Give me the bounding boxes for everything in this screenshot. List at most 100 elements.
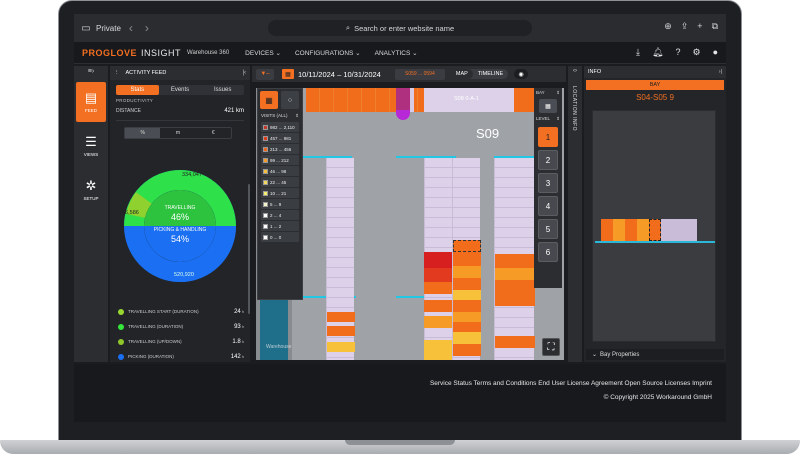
visits-bucket[interactable]: 22 ... 45 — [261, 177, 299, 187]
more-options-icon[interactable]: ⋮ — [114, 70, 120, 76]
bay-header: BAY — [586, 80, 724, 90]
visits-bucket[interactable]: 1 ... 2 — [261, 221, 299, 231]
visits-bucket[interactable]: 99 ... 212 — [261, 155, 299, 165]
visits-bucket[interactable]: 46 ... 98 — [261, 166, 299, 176]
level-button-3[interactable]: 3 — [538, 173, 558, 193]
bay-shelf[interactable] — [595, 219, 715, 243]
legend-dot — [118, 353, 124, 360]
level-button-5[interactable]: 5 — [538, 219, 558, 239]
level-dropdown[interactable]: LEVEL ⇕ — [534, 114, 562, 124]
level-button-6[interactable]: 6 — [538, 242, 558, 262]
visits-dropdown[interactable]: VISITS (ALL) ⇕ — [258, 111, 302, 121]
chevron-icon: ⇕ — [556, 116, 560, 121]
distance-label: DISTANCE — [116, 108, 141, 114]
search-icon: ⌕ — [345, 23, 351, 32]
chevron-icon: ⇕ — [556, 90, 560, 95]
visits-bucket[interactable]: 5 ... 9 — [261, 199, 299, 209]
back-icon[interactable]: ‹ — [129, 21, 143, 35]
date-range[interactable]: 10/11/2024 – 10/31/2024 — [298, 70, 381, 79]
notifications-icon[interactable]: 🔔︎ — [652, 47, 663, 58]
visits-bucket[interactable]: 0 ... 0 — [261, 232, 299, 242]
visibility-toggle[interactable]: ◉ — [514, 69, 529, 79]
distance-row: DISTANCE 421 km — [116, 108, 244, 114]
location-selector[interactable]: S059 ... 0594 — [394, 68, 445, 80]
tabs-overview-icon[interactable]: ⧉ — [712, 21, 718, 32]
nav-devices[interactable]: DEVICES ⌄ — [245, 49, 281, 57]
level-button-2[interactable]: 2 — [538, 150, 558, 170]
filter-button[interactable]: ▼– — [256, 68, 274, 80]
rail-collapse-icon[interactable]: ≡› — [74, 66, 108, 78]
footer-links[interactable]: Service Status Terms and Conditions End … — [430, 380, 712, 387]
tab-stats[interactable]: Stats — [116, 85, 159, 95]
unit-percent-button[interactable]: % — [125, 128, 161, 138]
collapse-info-icon[interactable]: ›| — [719, 69, 722, 75]
view-toggle: MAP TIMELINE — [450, 69, 509, 79]
screen: ▭ Private ‹ › ⌕ Search or enter website … — [74, 14, 726, 422]
visits-bucket[interactable]: 982 ... 2,110 — [261, 122, 299, 132]
visits-bucket[interactable]: 457 ... 981 — [261, 133, 299, 143]
rail-item-setup[interactable]: ✲ SETUP — [76, 170, 106, 210]
unit-euro-button[interactable]: € — [196, 128, 231, 138]
rack-column[interactable] — [494, 158, 535, 360]
eye-icon: ◉ — [518, 71, 524, 78]
feed-scrollbar[interactable] — [248, 184, 250, 314]
expand-icon[interactable]: ‹› — [568, 68, 582, 74]
productivity-legend: TRAVELLING START (DURATION) 24h TRAVELLI… — [118, 304, 244, 362]
download-icon[interactable]: ⊕ — [664, 21, 672, 32]
map-location-marker[interactable] — [396, 110, 410, 120]
tab-issues[interactable]: Issues — [201, 85, 244, 95]
fit-to-screen-button[interactable]: ⛶ — [542, 338, 560, 356]
forward-icon[interactable]: › — [145, 21, 159, 35]
legend-row: TRAVELLING (UP/DOWN) 1.8h — [118, 334, 244, 349]
level-button-1[interactable]: 1 — [538, 127, 558, 147]
hotspot-bay[interactable] — [424, 252, 452, 268]
donut-top-value: 334,047 — [182, 172, 202, 178]
brand-logo[interactable]: PROGLOVE — [82, 48, 137, 58]
location-info-rail[interactable]: ‹› LOCATION INFO — [568, 66, 582, 362]
timeline-view-button[interactable]: TIMELINE — [473, 69, 508, 79]
header-actions: ⤓ 🔔︎ ? ⚙ ● — [636, 47, 718, 58]
rack-column[interactable] — [326, 158, 355, 360]
bay-dropdown[interactable]: BAY ⇕ — [534, 88, 562, 98]
fit-screen-icon: ⛶ — [547, 341, 555, 353]
share-icon[interactable]: ⇪ — [681, 21, 689, 32]
unit-meters-button[interactable]: m — [160, 128, 195, 138]
collapse-panel-icon[interactable]: |‹ — [242, 70, 246, 76]
distance-value: 421 km — [224, 108, 244, 114]
settings-icon[interactable]: ⚙ — [692, 47, 700, 58]
download-report-icon[interactable]: ⤓ — [636, 47, 640, 58]
help-icon[interactable]: ? — [675, 47, 680, 58]
donut-svg — [124, 170, 236, 282]
nav-analytics[interactable]: ANALYTICS ⌄ — [375, 49, 418, 57]
visits-bucket[interactable]: 213 ... 456 — [261, 144, 299, 154]
level-button-4[interactable]: 4 — [538, 196, 558, 216]
rail-item-views[interactable]: ☰ VIEWS — [76, 126, 106, 166]
location-info-label: LOCATION INFO — [571, 86, 577, 132]
activity-feed-panel: ⋮ ACTIVITY FEED |‹ Stats Events Issues P… — [110, 66, 250, 362]
address-bar[interactable]: ⌕ Search or enter website name — [268, 20, 532, 36]
heatmap-mode-button[interactable]: ▦ — [260, 91, 278, 109]
tab-events[interactable]: Events — [159, 85, 202, 95]
rail-item-feed[interactable]: ▤ FEED — [76, 82, 106, 122]
user-avatar-icon[interactable]: ● — [713, 47, 718, 58]
productivity-heading: PRODUCTIVITY — [116, 98, 154, 103]
aisle-label: S08 0-A-1 — [454, 96, 479, 102]
footer: Service Status Terms and Conditions End … — [74, 364, 726, 422]
map-view-button[interactable]: MAP — [450, 69, 473, 79]
bay-grid-button[interactable]: ▦ — [539, 99, 557, 113]
legend-row: PICKING (DURATION) 142h — [118, 349, 244, 362]
warehouse-name: Warehouse 360 — [187, 49, 230, 56]
rack-column[interactable] — [452, 158, 481, 360]
activity-feed-header: ⋮ ACTIVITY FEED |‹ — [110, 66, 250, 80]
filter-icon: ▼– — [260, 71, 270, 77]
browser-toolbar: ▭ Private ‹ › ⌕ Search or enter website … — [74, 14, 726, 42]
nav-configurations[interactable]: CONFIGURATIONS ⌄ — [295, 49, 361, 57]
visits-bucket[interactable]: 2 ... 4 — [261, 210, 299, 220]
donut-travelling-pct: 46% — [170, 212, 189, 222]
visits-bucket[interactable]: 10 ... 21 — [261, 188, 299, 198]
sidebar-toggle-icon[interactable]: ▭ — [78, 23, 94, 34]
dots-mode-button[interactable]: ⁘ — [281, 91, 299, 109]
calendar-button[interactable]: ▦ — [282, 69, 294, 79]
new-tab-icon[interactable]: + — [697, 21, 702, 32]
bay-properties-toggle[interactable]: ⌄ Bay Properties — [586, 349, 724, 360]
